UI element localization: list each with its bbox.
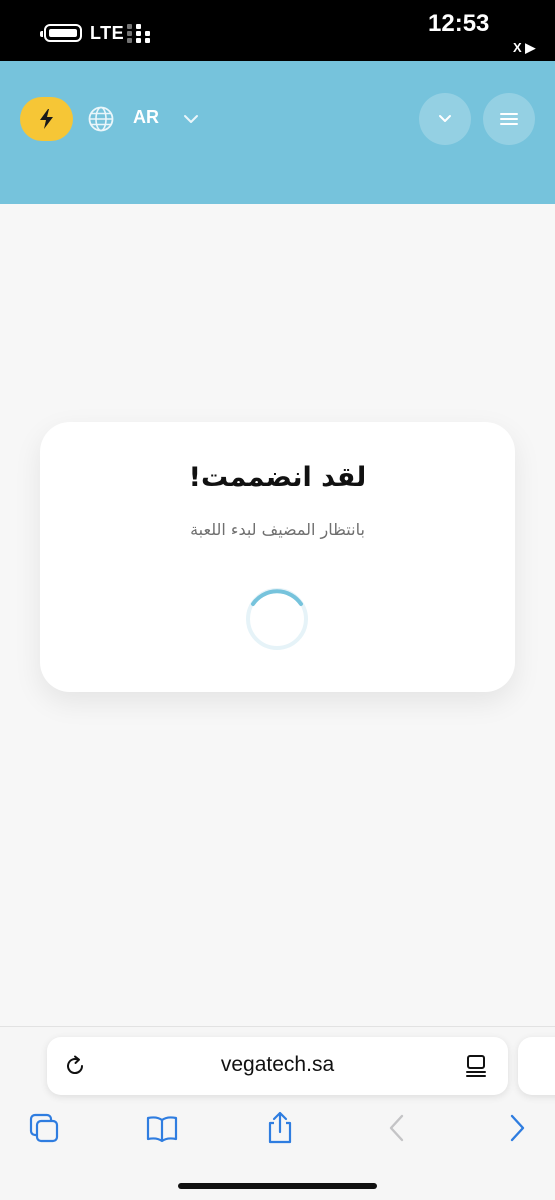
globe-icon[interactable] — [88, 106, 114, 132]
card-title: لقد انضممت! — [188, 462, 367, 493]
language-label[interactable]: AR — [133, 107, 159, 128]
boost-button[interactable] — [20, 97, 73, 141]
signal-icon — [127, 24, 157, 44]
network-type: LTE — [90, 23, 125, 43]
chevron-down-icon — [439, 115, 451, 122]
app-header: AR — [0, 61, 555, 204]
status-bar: LTE 12:53 X ▶ — [0, 0, 555, 61]
battery-icon — [40, 24, 82, 42]
clock: 12:53 — [428, 10, 490, 37]
tabs-icon[interactable] — [27, 1111, 61, 1145]
menu-icon — [500, 113, 518, 125]
card-subtitle: بانتظار المضيف لبدء اللعبة — [190, 520, 365, 539]
chevron-down-icon[interactable] — [183, 112, 199, 126]
reader-icon[interactable] — [464, 1054, 488, 1078]
share-icon[interactable] — [263, 1111, 297, 1145]
browser-toolbar: vegatech.sa — [0, 1026, 555, 1200]
back-icon[interactable] — [380, 1111, 414, 1145]
bolt-icon — [39, 109, 53, 129]
menu-button[interactable] — [483, 93, 535, 145]
joined-card: لقد انضممت! بانتظار المضيف لبدء اللعبة — [40, 422, 515, 692]
home-indicator[interactable] — [178, 1183, 377, 1189]
address-bar[interactable]: vegatech.sa — [47, 1037, 508, 1095]
bookmarks-icon[interactable] — [145, 1111, 179, 1145]
next-tab-pill[interactable] — [518, 1037, 555, 1095]
dropdown-button[interactable] — [419, 93, 471, 145]
forward-icon[interactable] — [500, 1111, 534, 1145]
url-text[interactable]: vegatech.sa — [47, 1053, 508, 1077]
status-indicator: X ▶ — [513, 40, 536, 55]
loading-spinner — [246, 588, 308, 650]
